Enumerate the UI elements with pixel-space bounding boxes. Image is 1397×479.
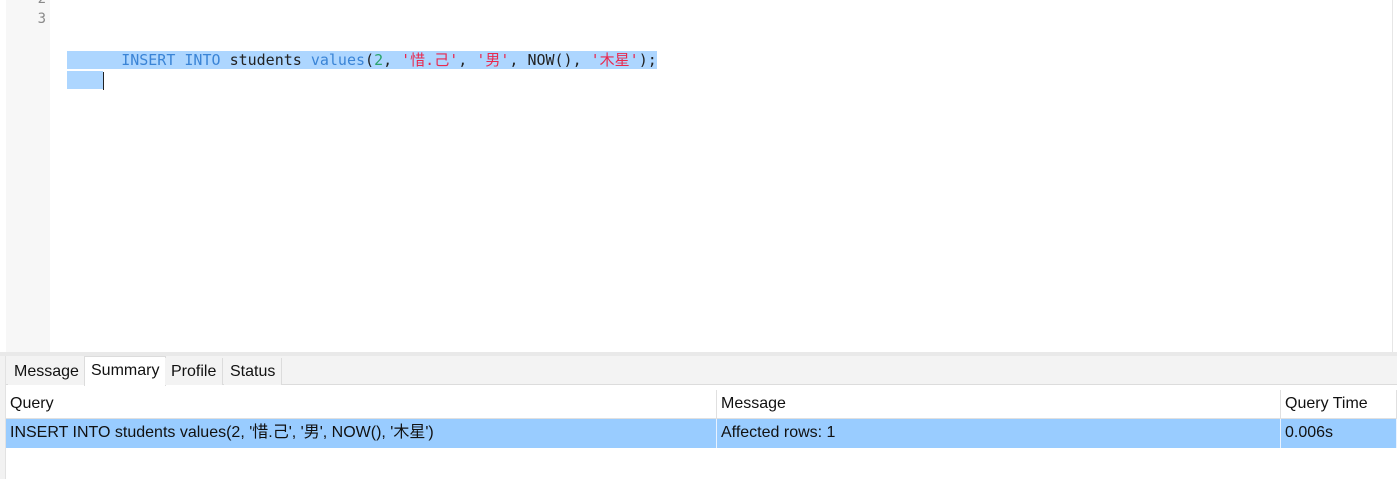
- sql-editor[interactable]: 2 3 INSERT INTO students values(2, '惜.己'…: [0, 0, 1397, 352]
- string-token: '木星': [590, 51, 639, 69]
- cell-query[interactable]: INSERT INTO students values(2, '惜.己', '男…: [6, 419, 717, 448]
- tab-status[interactable]: Status: [224, 358, 283, 385]
- result-panel: Message Summary Profile Status Query Mes…: [6, 356, 1397, 479]
- number-token: 2: [374, 51, 384, 69]
- function-token: NOW(): [527, 51, 573, 69]
- keyword-token: INTO: [184, 51, 221, 69]
- vertical-scrollbar[interactable]: [1392, 0, 1397, 352]
- string-token: '惜.己': [401, 51, 459, 69]
- column-header-query-time[interactable]: Query Time: [1281, 390, 1397, 419]
- code-line[interactable]: INSERT INTO students values(2, '惜.己', '男…: [67, 10, 657, 90]
- line-number: 2: [38, 0, 46, 7]
- result-tabs: Message Summary Profile Status: [6, 356, 1397, 386]
- line-number: 3: [37, 11, 46, 27]
- string-token: '男': [476, 51, 510, 69]
- column-header-message[interactable]: Message: [717, 390, 1281, 419]
- punct-token: (: [365, 51, 375, 69]
- keyword-token: values: [310, 51, 366, 69]
- punct-token: ,: [458, 51, 477, 69]
- line-number-gutter: 2 3: [6, 0, 50, 352]
- cell-query-time[interactable]: 0.006s: [1281, 419, 1397, 448]
- grid-header-row: Query Message Query Time: [6, 390, 1397, 419]
- tab-summary[interactable]: Summary: [84, 356, 167, 386]
- punct-token: ,: [509, 51, 528, 69]
- punct-token: );: [638, 51, 657, 69]
- column-header-query[interactable]: Query: [6, 390, 717, 419]
- summary-grid: Query Message Query Time INSERT INTO stu…: [6, 390, 1397, 448]
- keyword-token: INSERT: [121, 51, 176, 69]
- table-row[interactable]: INSERT INTO students values(2, '惜.己', '男…: [6, 419, 1397, 448]
- tab-message[interactable]: Message: [8, 358, 86, 385]
- identifier-token: students: [229, 51, 302, 69]
- selected-text: INSERT INTO students values(2, '惜.己', '男…: [67, 51, 657, 89]
- punct-token: ,: [383, 51, 402, 69]
- text-cursor: [103, 71, 105, 90]
- tab-profile[interactable]: Profile: [165, 358, 224, 385]
- punct-token: ,: [572, 51, 591, 69]
- cell-message[interactable]: Affected rows: 1: [717, 419, 1281, 448]
